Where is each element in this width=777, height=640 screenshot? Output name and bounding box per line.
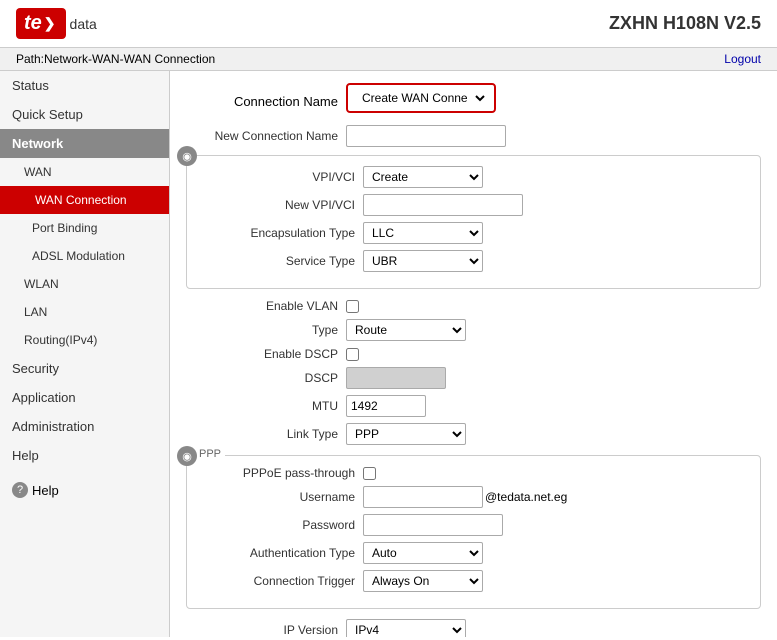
sidebar-item-application[interactable]: Application [0, 383, 169, 412]
logo-box: te ❯ [16, 8, 66, 39]
ppp-section-label: PPP [195, 448, 225, 460]
link-type-row: Link Type PPP IPoE [186, 423, 761, 445]
link-type-label: Link Type [186, 427, 346, 441]
sidebar-item-port-binding[interactable]: Port Binding [0, 214, 169, 242]
dscp-label: DSCP [186, 371, 346, 385]
ip-version-label: IP Version [186, 623, 346, 637]
encap-type-label: Encapsulation Type [203, 226, 363, 240]
logo-te-text: te [24, 12, 42, 35]
sidebar: Status Quick Setup Network WAN WAN Conne… [0, 71, 170, 637]
sidebar-item-security[interactable]: Security [0, 354, 169, 383]
ip-version-select[interactable]: IPv4 IPv6 IPv4/IPv6 [346, 619, 466, 637]
new-vpi-vci-row: New VPI/VCI [203, 194, 744, 216]
pppoe-passthrough-row: PPPoE pass-through [203, 466, 744, 480]
service-type-label: Service Type [203, 254, 363, 268]
vpi-section: ◉ VPI/VCI Create Custom New VPI/VCI Enca… [186, 155, 761, 289]
username-row: Username @tedata.net.eg [203, 486, 744, 508]
vpi-vci-row: VPI/VCI Create Custom [203, 166, 744, 188]
conn-trigger-row: Connection Trigger Always On Manual On D… [203, 570, 744, 592]
ppp-section: PPP ◉ PPPoE pass-through Username @tedat… [186, 455, 761, 609]
password-input[interactable] [363, 514, 503, 536]
layout: Status Quick Setup Network WAN WAN Conne… [0, 71, 777, 637]
auth-type-row: Authentication Type Auto PAP CHAP MS-CHA… [203, 542, 744, 564]
ppp-circle: ◉ [177, 446, 197, 466]
pppoe-passthrough-label: PPPoE pass-through [203, 466, 363, 480]
service-type-row: Service Type UBR CBR VBR-rt VBR-nrt [203, 250, 744, 272]
header: te ❯ data ZXHN H108N V2.5 [0, 0, 777, 48]
connection-name-label: Connection Name [186, 94, 346, 109]
logo-arrow: ❯ [44, 15, 56, 32]
main-content: Connection Name Create WAN Conne New Con… [170, 71, 777, 637]
password-row: Password [203, 514, 744, 536]
dscp-input[interactable] [346, 367, 446, 389]
connection-name-box: Create WAN Conne [346, 83, 496, 113]
ip-version-row: IP Version IPv4 IPv6 IPv4/IPv6 [186, 619, 761, 637]
new-connection-name-input[interactable] [346, 125, 506, 147]
sidebar-help-link[interactable]: ? Help [12, 482, 157, 498]
enable-dscp-checkbox[interactable] [346, 348, 359, 361]
help-circle-icon: ? [12, 482, 28, 498]
section1-circle: ◉ [177, 146, 197, 166]
sidebar-item-adsl-modulation[interactable]: ADSL Modulation [0, 242, 169, 270]
vlan-section: Enable VLAN Type Route Bridge Enable DSC… [186, 299, 761, 445]
pathbar: Path:Network-WAN-WAN Connection Logout [0, 48, 777, 71]
logo: te ❯ data [16, 8, 97, 39]
encap-type-select[interactable]: LLC VC-MUX [363, 222, 483, 244]
enable-dscp-label: Enable DSCP [186, 347, 346, 361]
enable-vlan-checkbox[interactable] [346, 300, 359, 313]
enable-vlan-label: Enable VLAN [186, 299, 346, 313]
logout-link[interactable]: Logout [724, 52, 761, 66]
type-row: Type Route Bridge [186, 319, 761, 341]
type-label: Type [186, 323, 346, 337]
logo-data-text: data [70, 16, 97, 32]
auth-type-label: Authentication Type [203, 546, 363, 560]
sidebar-help-wrapper: ? Help [0, 474, 169, 506]
enable-vlan-row: Enable VLAN [186, 299, 761, 313]
sidebar-item-routing-ipv4[interactable]: Routing(IPv4) [0, 326, 169, 354]
sidebar-item-quick-setup[interactable]: Quick Setup [0, 100, 169, 129]
mtu-label: MTU [186, 399, 346, 413]
new-connection-name-label: New Connection Name [186, 129, 346, 143]
new-connection-name-row: New Connection Name [186, 125, 761, 147]
connection-name-row: Connection Name Create WAN Conne [186, 83, 761, 119]
sidebar-item-wan[interactable]: WAN [0, 158, 169, 186]
sidebar-item-lan[interactable]: LAN [0, 298, 169, 326]
link-type-select[interactable]: PPP IPoE [346, 423, 466, 445]
vpi-vci-select[interactable]: Create Custom [363, 166, 483, 188]
password-label: Password [203, 518, 363, 532]
dscp-row: DSCP [186, 367, 761, 389]
path-text: Path:Network-WAN-WAN Connection [16, 52, 215, 66]
pppoe-passthrough-checkbox[interactable] [363, 467, 376, 480]
sidebar-item-administration[interactable]: Administration [0, 412, 169, 441]
sidebar-item-help[interactable]: Help [0, 441, 169, 470]
enable-dscp-row: Enable DSCP [186, 347, 761, 361]
username-field-group: @tedata.net.eg [363, 486, 567, 508]
sidebar-item-network[interactable]: Network [0, 129, 169, 158]
username-input[interactable] [363, 486, 483, 508]
new-vpi-vci-input[interactable] [363, 194, 523, 216]
sidebar-item-wan-connection[interactable]: WAN Connection [0, 186, 169, 214]
username-label: Username [203, 490, 363, 504]
mtu-row: MTU [186, 395, 761, 417]
type-select[interactable]: Route Bridge [346, 319, 466, 341]
service-type-select[interactable]: UBR CBR VBR-rt VBR-nrt [363, 250, 483, 272]
sidebar-help-label: Help [32, 483, 59, 498]
device-title: ZXHN H108N V2.5 [609, 13, 761, 34]
conn-trigger-label: Connection Trigger [203, 574, 363, 588]
mtu-input[interactable] [346, 395, 426, 417]
new-vpi-vci-label: New VPI/VCI [203, 198, 363, 212]
auth-type-select[interactable]: Auto PAP CHAP MS-CHAP [363, 542, 483, 564]
sidebar-item-status[interactable]: Status [0, 71, 169, 100]
username-domain: @tedata.net.eg [485, 490, 567, 504]
conn-trigger-select[interactable]: Always On Manual On Demand [363, 570, 483, 592]
connection-name-select[interactable]: Create WAN Conne [354, 87, 488, 109]
sidebar-item-wlan[interactable]: WLAN [0, 270, 169, 298]
vpi-vci-label: VPI/VCI [203, 170, 363, 184]
encap-type-row: Encapsulation Type LLC VC-MUX [203, 222, 744, 244]
